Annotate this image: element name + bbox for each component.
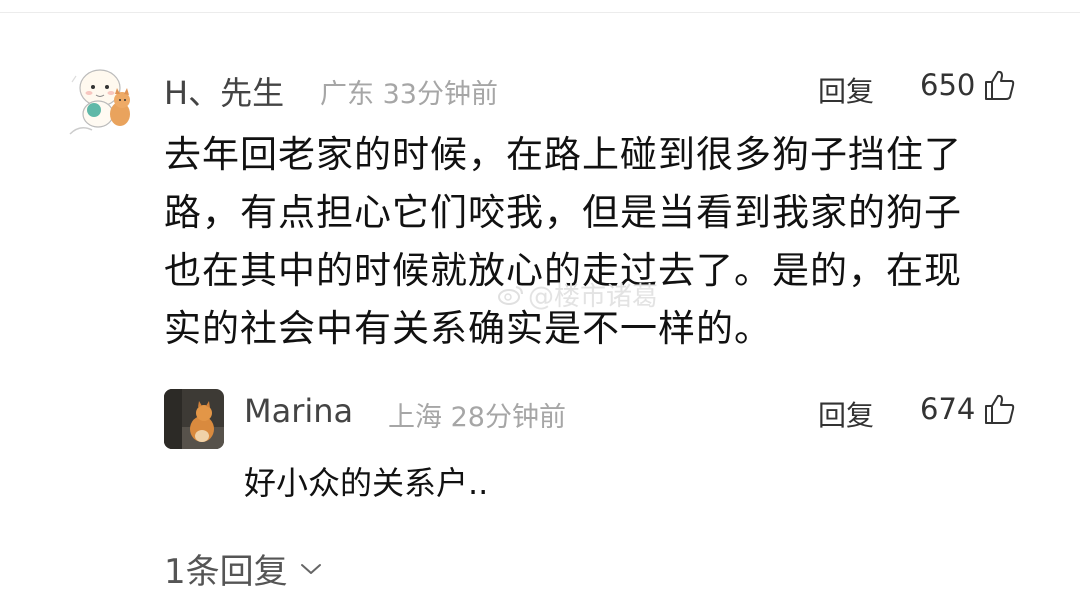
thumbs-up-icon <box>985 394 1015 424</box>
comment-meta: 广东 33分钟前 <box>320 72 498 111</box>
comment-text-line: 去年回老家的时候，在路上碰到很多狗子挡住了 <box>164 133 962 176</box>
reply-location: 上海 <box>388 402 442 433</box>
reply-username[interactable]: Marina <box>244 392 353 430</box>
reply-like-count: 674 <box>920 392 976 426</box>
comment-like-button[interactable]: 650 <box>920 68 1017 102</box>
weibo-logo-icon <box>498 285 523 305</box>
comment-like-count: 650 <box>920 68 976 102</box>
user-avatar[interactable] <box>62 62 146 146</box>
cat-photo-avatar-icon <box>164 389 224 449</box>
comment-text-line: 路，有点担心它们咬我，但是当看到我家的狗子 <box>164 191 962 234</box>
comment-reply-button[interactable]: 回复 <box>818 70 874 110</box>
reply-meta: 上海 28分钟前 <box>388 395 566 434</box>
reply-avatar[interactable] <box>164 389 224 449</box>
thumbs-up-icon <box>985 70 1015 100</box>
replies-count-label: 1条回复 <box>164 552 288 592</box>
chevron-down-icon <box>300 563 321 574</box>
watermark: @楼市诸葛 <box>498 276 658 313</box>
comment-text: 去年回老家的时候，在路上碰到很多狗子挡住了 路，有点担心它们咬我，但是当看到我家… <box>164 126 1044 358</box>
comment-location: 广东 <box>320 79 374 110</box>
reply-like-button[interactable]: 674 <box>920 392 1017 426</box>
comment-time: 33分钟前 <box>382 79 498 110</box>
watermark-text: @楼市诸葛 <box>528 282 659 312</box>
top-divider <box>0 0 1080 13</box>
reply-text: 好小众的关系户.. <box>244 464 489 502</box>
reply-time: 28分钟前 <box>450 402 566 433</box>
expand-replies-button[interactable]: 1条回复 <box>164 544 322 593</box>
comment-username[interactable]: H、先生 <box>164 68 284 114</box>
cartoon-avatar-icon <box>69 69 130 135</box>
reply-reply-button[interactable]: 回复 <box>818 394 874 434</box>
